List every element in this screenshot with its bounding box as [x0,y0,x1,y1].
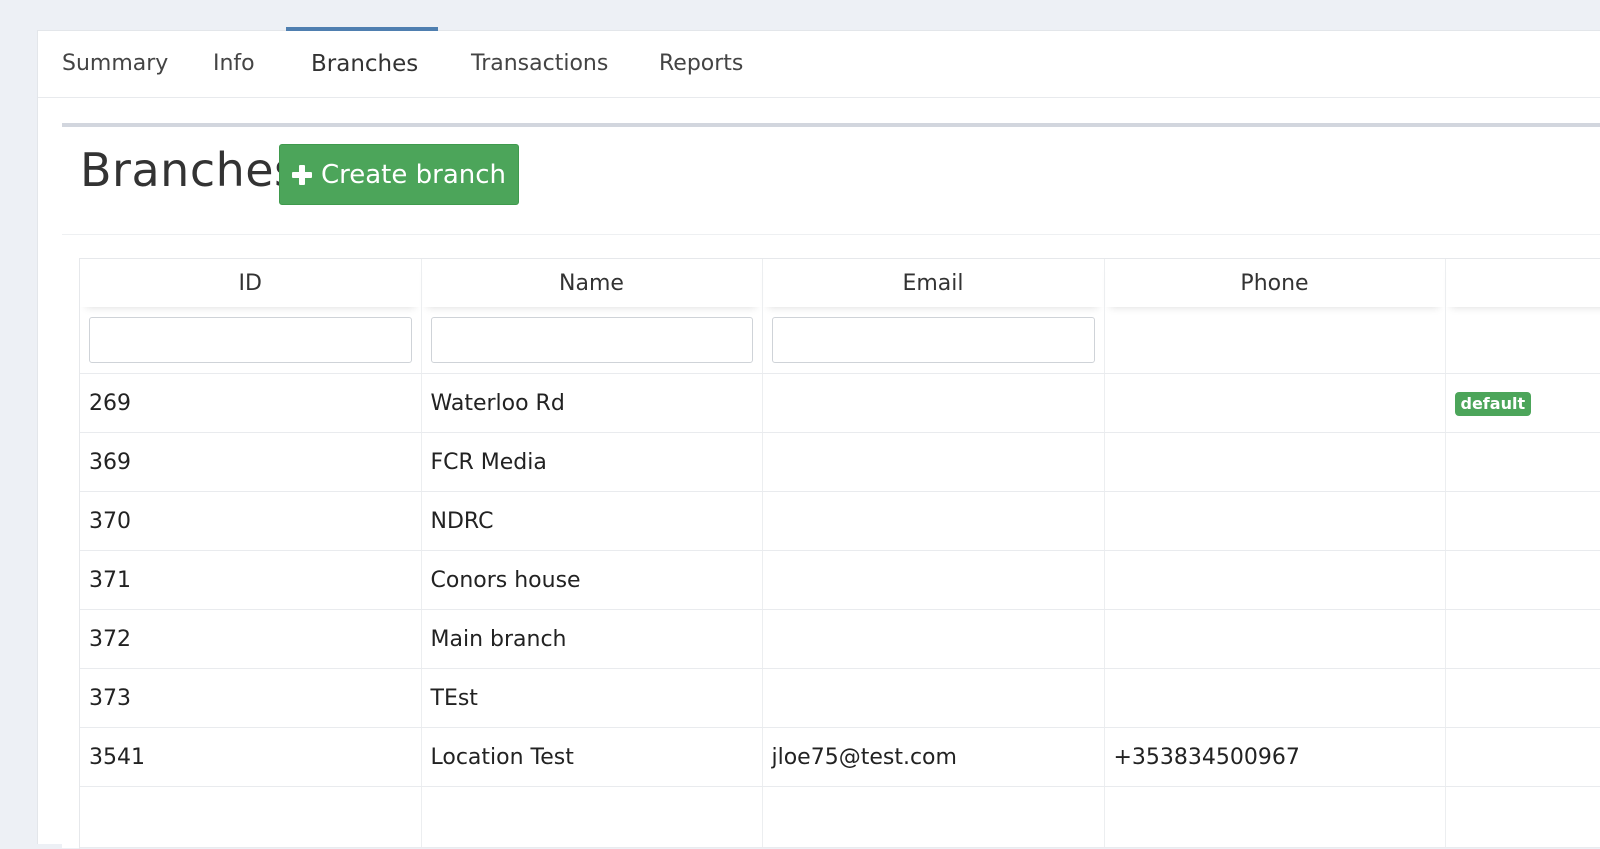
empty-cell [1104,786,1446,848]
table-row[interactable]: 373 TEst [80,668,1600,728]
empty-cell [80,786,422,848]
column-header-id[interactable]: ID [80,259,422,307]
cell-phone [1104,432,1446,492]
cell-id: 3541 [80,727,422,787]
name-filter-input[interactable] [430,317,753,363]
create-branch-button[interactable]: Create branch [279,144,519,205]
cell-name: NDRC [421,491,763,551]
tab-bar: Summary Info Branches Transactions Repor… [38,27,1600,98]
cell-phone: +353834500967 [1104,727,1446,787]
tab-transactions[interactable]: Transactions [471,31,608,97]
table-row[interactable]: 3541 Location Test jloe75@test.com +3538… [80,727,1600,787]
cell-name: Waterloo Rd [421,373,763,433]
cell-phone [1104,668,1446,728]
table-row[interactable]: 372 Main branch [80,609,1600,669]
table-row[interactable]: 371 Conors house [80,550,1600,610]
filter-cell-extra [1445,307,1600,374]
cell-extra [1445,550,1600,610]
empty-row [80,786,1600,848]
empty-cell [421,786,763,848]
filter-cell-email [762,307,1105,374]
default-badge: default [1454,392,1532,416]
cell-phone [1104,550,1446,610]
cell-email [762,491,1105,551]
main-panel: Summary Info Branches Transactions Repor… [37,27,1600,849]
cell-email [762,432,1105,492]
cell-name: TEst [421,668,763,728]
cell-id: 371 [80,550,422,610]
table-row[interactable]: 369 FCR Media [80,432,1600,492]
column-header-phone[interactable]: Phone [1104,259,1446,307]
cell-extra [1445,609,1600,669]
empty-cell [1445,786,1600,848]
branches-box: Branches Create branch ID Name Email Pho… [62,123,1600,849]
filter-cell-id [80,307,422,374]
branches-table: ID Name Email Phone 269 Waterloo Rd defa… [80,259,1600,848]
cell-id: 372 [80,609,422,669]
branches-table-container[interactable]: ID Name Email Phone 269 Waterloo Rd defa… [79,258,1600,849]
filter-cell-name [421,307,763,374]
cell-name: FCR Media [421,432,763,492]
cell-phone [1104,491,1446,551]
cell-email [762,373,1105,433]
tab-branches[interactable]: Branches [311,31,418,97]
cell-id: 370 [80,491,422,551]
table-header-row: ID Name Email Phone [80,259,1600,307]
cell-extra: default [1445,373,1600,433]
id-filter-input[interactable] [89,317,412,363]
filter-row [80,307,1600,374]
cell-name: Conors house [421,550,763,610]
cell-phone [1104,609,1446,669]
plus-icon [291,164,312,185]
cell-email [762,550,1105,610]
column-header-email[interactable]: Email [762,259,1105,307]
cell-name: Location Test [421,727,763,787]
cell-phone [1104,373,1446,433]
cell-email [762,609,1105,669]
cell-extra [1445,432,1600,492]
cell-extra [1445,491,1600,551]
column-header-name[interactable]: Name [421,259,763,307]
box-header: Branches Create branch [62,127,1600,235]
create-branch-label: Create branch [320,159,507,190]
cell-extra [1445,668,1600,728]
cell-id: 269 [80,373,422,433]
cell-name: Main branch [421,609,763,669]
table-row[interactable]: 269 Waterloo Rd default [80,373,1600,433]
cell-email: jloe75@test.com [762,727,1105,787]
tab-info[interactable]: Info [213,31,255,97]
tab-summary[interactable]: Summary [62,31,168,97]
cell-email [762,668,1105,728]
page-title: Branches [80,143,299,197]
column-header-extra [1445,259,1600,307]
cell-id: 373 [80,668,422,728]
table-row[interactable]: 370 NDRC [80,491,1600,551]
filter-cell-phone [1104,307,1446,374]
email-filter-input[interactable] [771,317,1095,363]
cell-id: 369 [80,432,422,492]
cell-extra [1445,727,1600,787]
tab-reports[interactable]: Reports [659,31,743,97]
empty-cell [762,786,1105,848]
